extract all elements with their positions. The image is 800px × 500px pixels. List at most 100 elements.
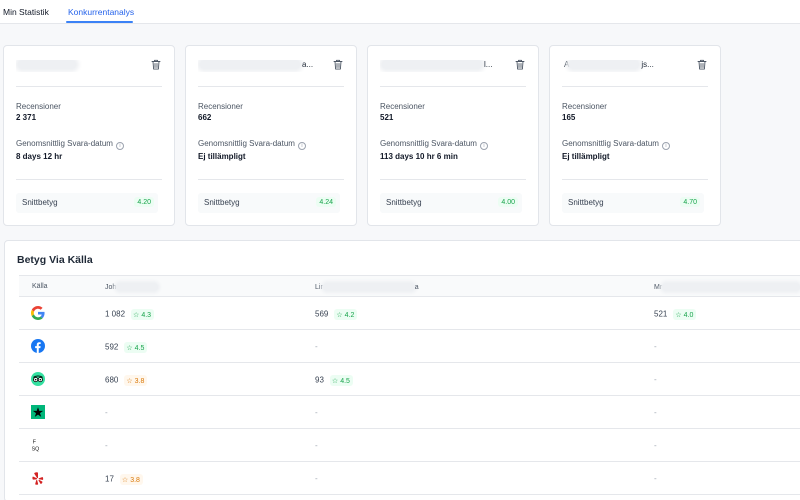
rating-badge: ☆ 3.8 <box>124 375 148 386</box>
tab-bar: Min Statistik Konkurrentanalys <box>0 0 800 24</box>
competitor-card: Ajs... Recensioner 165 Genomsnittlig Sva… <box>549 45 721 226</box>
review-count-cell: 569 ☆ 4.2 <box>315 309 358 320</box>
review-count-cell: - <box>105 441 108 450</box>
svara-datum-value: 113 days 10 hr 6 min <box>380 152 458 161</box>
review-count: - <box>654 408 657 417</box>
review-count-cell: - <box>315 408 318 417</box>
facebook-logo <box>31 339 45 353</box>
table-row: 592 ☆ 4.5 - - <box>19 330 800 363</box>
rating-badge: ☆ 4.3 <box>131 309 155 320</box>
tab-konkurrentanalys[interactable]: Konkurrentanalys <box>68 7 134 17</box>
redacted-blur <box>18 60 76 70</box>
svara-datum-label: Genomsnittlig Svara-datum i <box>562 139 670 150</box>
svg-text:SQ: SQ <box>32 446 40 452</box>
review-count: 680 <box>105 375 119 385</box>
snittbetyg-label: Snittbetyg <box>568 198 604 207</box>
review-count: - <box>315 408 318 417</box>
svara-datum-label-text: Genomsnittlig Svara-datum <box>562 139 659 148</box>
recensioner-value: 2 371 <box>16 113 37 122</box>
section-title: Betyg Via Källa <box>17 254 93 266</box>
competitor-name <box>16 60 134 72</box>
header-kalla: Källa <box>32 283 48 290</box>
snittbetyg-value: 4.24 <box>316 197 336 207</box>
foursquare-logo: F SQ <box>31 438 45 453</box>
header-competitor-2-suffix: a <box>414 283 419 291</box>
review-count: - <box>315 342 318 351</box>
review-count: - <box>315 474 318 483</box>
review-count: 521 <box>654 309 668 319</box>
table-row: 17 ☆ 3.8 - - <box>19 462 800 495</box>
header-competitor-3: Mr <box>654 283 800 291</box>
star-icon: ☆ <box>336 311 343 319</box>
divider <box>380 179 526 180</box>
info-icon[interactable]: i <box>115 142 124 150</box>
recensioner-label: Recensioner <box>380 102 425 111</box>
svara-datum-label: Genomsnittlig Svara-datum i <box>380 139 488 150</box>
review-count-cell: - <box>654 408 657 417</box>
rating-badge: ☆ 4.5 <box>124 342 148 353</box>
review-count-cell: - <box>315 474 318 483</box>
svara-datum-value: 8 days 12 hr <box>16 152 63 161</box>
review-count-cell: - <box>654 375 657 384</box>
review-count-cell: - <box>654 342 657 351</box>
competitor-name-suffix: js... <box>641 60 654 70</box>
review-count-cell: 17 ☆ 3.8 <box>105 474 143 485</box>
ratings-by-source-section: Betyg Via Källa Källa Joh Lir a Mr 1 082 ☆… <box>4 240 800 500</box>
redacted-blur <box>116 283 159 291</box>
recensioner-value: 521 <box>380 113 394 122</box>
review-count-cell: - <box>654 474 657 483</box>
table-row: 680 ☆ 3.8 93 ☆ 4.5 - <box>19 363 800 396</box>
rating-value: 4.3 <box>141 311 152 319</box>
divider <box>198 179 344 180</box>
recensioner-value: 662 <box>198 113 212 122</box>
review-count-cell: - <box>315 342 318 351</box>
tab-min-statistik[interactable]: Min Statistik <box>3 7 49 17</box>
table-header: Källa Joh Lir a Mr <box>19 275 800 297</box>
divider <box>562 86 708 87</box>
review-count-cell: - <box>105 408 108 417</box>
review-count: 592 <box>105 342 119 352</box>
svara-datum-value: Ej tillämpligt <box>198 152 246 161</box>
review-count-cell: 1 082 ☆ 4.3 <box>105 309 155 320</box>
info-icon[interactable]: i <box>661 142 670 150</box>
review-count-cell: - <box>315 441 318 450</box>
svara-datum-label: Genomsnittlig Svara-datum i <box>198 139 306 150</box>
review-count: 1 082 <box>105 309 126 319</box>
snittbetyg-row: Snittbetyg 4.20 <box>16 193 158 213</box>
trash-icon[interactable] <box>333 59 343 70</box>
recensioner-label: Recensioner <box>562 102 607 111</box>
google-logo <box>31 306 45 320</box>
recensioner-label: Recensioner <box>16 102 61 111</box>
competitor-name: l... <box>380 60 498 72</box>
review-count: - <box>654 441 657 450</box>
info-icon[interactable]: i <box>297 142 306 150</box>
review-count: - <box>105 441 108 450</box>
trash-icon[interactable] <box>151 59 161 70</box>
review-count-cell: - <box>654 441 657 450</box>
redacted-blur <box>569 60 640 70</box>
redacted-blur <box>322 283 415 291</box>
trash-icon[interactable] <box>697 59 707 70</box>
rating-value: 3.8 <box>130 476 140 484</box>
review-count: 93 <box>315 375 324 385</box>
snittbetyg-row: Snittbetyg 4.00 <box>380 193 522 213</box>
rating-value: 4.2 <box>344 311 355 319</box>
recensioner-value: 165 <box>562 113 576 122</box>
trash-icon[interactable] <box>515 59 525 70</box>
recensioner-label: Recensioner <box>198 102 243 111</box>
svg-text:F: F <box>33 440 36 446</box>
competitor-name: a... <box>198 60 316 72</box>
yelp-logo <box>31 471 45 485</box>
trustpilot-logo <box>31 405 45 419</box>
ratings-table: Källa Joh Lir a Mr 1 082 ☆ 4.3 569 ☆ 4.2 521 ☆ 4.… <box>19 275 800 495</box>
divider <box>16 179 162 180</box>
info-icon[interactable]: i <box>479 142 488 150</box>
divider <box>562 179 708 180</box>
review-count-cell: 521 ☆ 4.0 <box>654 309 697 320</box>
rating-value: 4.0 <box>683 311 694 319</box>
review-count: - <box>654 342 657 351</box>
snittbetyg-label: Snittbetyg <box>22 198 58 207</box>
snittbetyg-value: 4.20 <box>134 197 154 207</box>
rating-badge: ☆ 4.5 <box>329 375 353 386</box>
redacted-blur <box>200 60 300 70</box>
